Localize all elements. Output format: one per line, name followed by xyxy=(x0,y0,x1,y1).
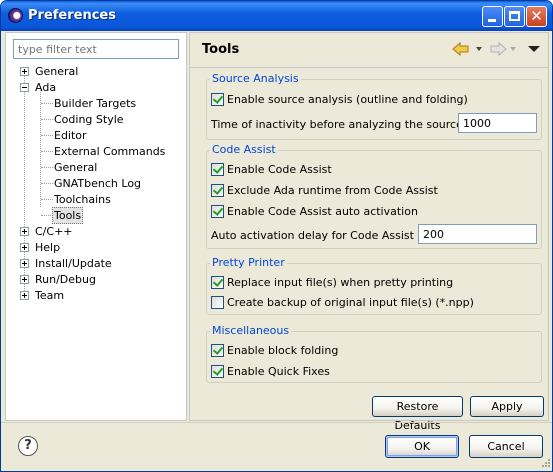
view-menu-icon[interactable] xyxy=(528,46,540,52)
group-title: Code Assist xyxy=(210,143,278,157)
resize-grip-icon[interactable] xyxy=(539,458,551,470)
tree-item-label: Toolchains xyxy=(54,193,111,206)
back-history-dropdown-icon[interactable] xyxy=(476,47,482,51)
source-analysis-group: Source Analysis Enable source analysis (… xyxy=(206,72,542,140)
expand-icon[interactable] xyxy=(20,259,29,268)
collapse-icon[interactable] xyxy=(20,83,29,92)
close-icon: ✕ xyxy=(530,7,543,25)
checkbox-label: Enable source analysis (outline and fold… xyxy=(227,93,468,106)
maximize-button[interactable] xyxy=(504,6,525,27)
expand-icon[interactable] xyxy=(20,67,29,76)
maximize-icon xyxy=(509,11,520,21)
forward-history-dropdown-icon[interactable] xyxy=(510,47,516,51)
forward-arrow-icon[interactable] xyxy=(489,41,507,57)
preferences-dialog: Preferences ✕ General Ada xyxy=(0,0,553,472)
restore-defaults-button[interactable]: Restore Defaults xyxy=(372,396,463,432)
checkbox-label: Enable Quick Fixes xyxy=(227,365,330,378)
tree-item-label: General xyxy=(35,65,79,78)
tree-item-label: Install/Update xyxy=(35,257,112,270)
expand-icon[interactable] xyxy=(20,243,29,252)
eclipse-icon xyxy=(8,8,23,23)
window-title: Preferences xyxy=(28,8,116,23)
expand-icon[interactable] xyxy=(20,291,29,300)
tree-item-label: Tools xyxy=(52,207,84,224)
checkbox-label: Exclude Ada runtime from Code Assist xyxy=(227,184,438,197)
tree-line xyxy=(40,90,41,207)
tree-item-label: Coding Style xyxy=(54,113,124,126)
page-title: Tools xyxy=(202,42,240,57)
checkbox-label: Enable Code Assist auto activation xyxy=(227,205,418,218)
tree-item-label: Team xyxy=(35,289,65,302)
tree-item-label: Run/Debug xyxy=(35,273,96,286)
preference-tree-panel: General Ada Builder Targets Coding Style… xyxy=(5,32,187,421)
title-bar[interactable]: Preferences ✕ xyxy=(1,1,552,31)
checkbox-icon[interactable] xyxy=(211,276,224,289)
checkbox-icon[interactable] xyxy=(211,93,224,106)
checkbox-label: Create backup of original input file(s) … xyxy=(227,296,474,309)
tree-item-label: External Commands xyxy=(54,145,166,158)
group-title: Pretty Printer xyxy=(210,256,287,270)
pretty-printer-group: Pretty Printer Replace input file(s) whe… xyxy=(206,256,542,315)
filter-input[interactable] xyxy=(13,39,179,59)
checkbox-icon[interactable] xyxy=(211,296,224,309)
cancel-button[interactable]: Cancel xyxy=(469,435,543,458)
inactivity-time-field[interactable] xyxy=(458,113,537,133)
checkbox-icon[interactable] xyxy=(211,365,224,378)
checkbox-label: Replace input file(s) when pretty printi… xyxy=(227,276,454,289)
expand-icon[interactable] xyxy=(20,227,29,236)
code-assist-group: Code Assist Enable Code Assist Exclude A… xyxy=(206,143,542,249)
minimize-icon xyxy=(488,19,496,22)
tree-item-label: General xyxy=(54,161,98,174)
divider xyxy=(1,422,552,423)
group-title: Miscellaneous xyxy=(210,324,292,338)
expand-icon[interactable] xyxy=(20,275,29,284)
tree-item-label: Help xyxy=(35,241,61,254)
divider xyxy=(190,67,548,68)
tree-item-label: GNATbench Log xyxy=(54,177,142,190)
checkbox-label: Enable Code Assist xyxy=(227,163,332,176)
miscellaneous-group: Miscellaneous Enable block folding Enabl… xyxy=(206,324,542,383)
back-arrow-icon[interactable] xyxy=(452,41,470,57)
help-icon[interactable]: ? xyxy=(18,436,38,456)
inactivity-time-label: Time of inactivity before analyzing the … xyxy=(211,118,492,131)
checkbox-icon[interactable] xyxy=(211,184,224,197)
checkbox-label: Enable block folding xyxy=(227,344,339,357)
tree-item-label: Ada xyxy=(35,81,57,94)
tree-item-label: C/C++ xyxy=(35,225,73,238)
minimize-button[interactable] xyxy=(482,6,503,27)
tree-item-label: Builder Targets xyxy=(54,97,137,110)
ok-button[interactable]: OK xyxy=(385,435,459,458)
preference-page: Tools Source Analysis Enable source anal… xyxy=(189,32,549,432)
apply-button[interactable]: Apply xyxy=(470,396,544,417)
checkbox-icon[interactable] xyxy=(211,344,224,357)
close-button[interactable]: ✕ xyxy=(526,6,547,27)
auto-activation-delay-label: Auto activation delay for Code Assist (m… xyxy=(211,229,443,242)
checkbox-icon[interactable] xyxy=(211,163,224,176)
tree-item-label: Editor xyxy=(54,129,87,142)
group-title: Source Analysis xyxy=(210,72,301,86)
checkbox-icon[interactable] xyxy=(211,205,224,218)
auto-activation-delay-field[interactable] xyxy=(418,224,537,244)
